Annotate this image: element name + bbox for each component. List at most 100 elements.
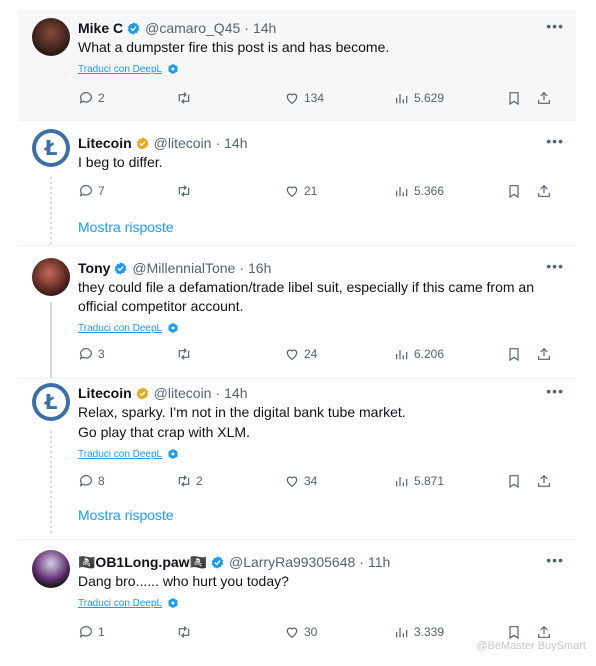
more-options-icon[interactable]: ••• [546,552,564,568]
tweet[interactable]: Tony @MillennialTone · 16h ••• they coul… [18,246,576,379]
like-count: 21 [304,184,318,198]
translate-label[interactable]: Traduci con DeepL [78,64,162,75]
more-options-icon[interactable]: ••• [546,383,564,399]
verified-gold-icon [135,386,150,401]
tweet-actions: 1 30 3.339 [78,624,568,640]
heart-icon [284,183,300,199]
share-button[interactable] [536,473,552,489]
bookmark-button[interactable] [506,90,536,106]
reply-count: 3 [98,347,105,361]
reply-icon [78,90,94,106]
like-button[interactable]: 34 [284,473,394,489]
view-count: 5.871 [414,474,445,488]
tweet-text-line-1: Relax, sparky. I'm not in the digital ba… [78,404,406,420]
bookmark-icon [506,473,522,489]
translate-label[interactable]: Traduci con DeepL [78,323,162,334]
author-name[interactable]: Mike C [78,20,123,36]
tweet[interactable]: Ł Litecoin @litecoin · 14h ••• I beg to … [18,121,576,246]
avatar[interactable]: Ł [32,383,70,421]
avatar[interactable] [32,550,70,588]
verified-icon [210,555,225,570]
view-count: 6.206 [414,347,445,361]
reply-button[interactable]: 3 [78,346,176,362]
translate-link[interactable]: Traduci con DeepL [78,322,566,334]
avatar[interactable]: Ł [32,129,70,167]
bookmark-button[interactable] [506,346,536,362]
views-icon [394,183,410,199]
reply-button[interactable]: 2 [78,90,176,106]
translate-link[interactable]: Traduci con DeepL [78,448,566,460]
timestamp[interactable]: 14h [224,385,247,401]
views-button[interactable]: 5.629 [394,90,506,106]
tweet-text: Dang bro...... who hurt you today? [78,573,289,589]
author-handle[interactable]: @litecoin [154,385,212,401]
translate-label[interactable]: Traduci con DeepL [78,449,162,460]
timestamp[interactable]: 14h [224,135,247,151]
author-name[interactable]: Litecoin [78,135,132,151]
reply-button[interactable]: 8 [78,473,176,489]
timestamp[interactable]: 16h [248,260,271,276]
show-replies-link[interactable]: Mostra risposte [78,219,174,235]
deepl-icon [167,322,179,334]
views-icon [394,346,410,362]
author-name[interactable]: Tony [78,260,110,276]
share-button[interactable] [536,624,552,640]
like-button[interactable]: 134 [284,90,394,106]
retweet-button[interactable] [176,183,284,199]
author-handle[interactable]: @LarryRa99305648 [229,554,355,570]
translate-label[interactable]: Traduci con DeepL [78,598,162,609]
heart-icon [284,624,300,640]
reply-count: 2 [98,91,105,105]
tweet[interactable]: Mike C @camaro_Q45 · 14h ••• What a dump… [18,10,576,121]
more-options-icon[interactable]: ••• [546,258,564,274]
avatar[interactable] [32,18,70,56]
views-icon [394,90,410,106]
bookmark-icon [506,346,522,362]
verified-icon [113,261,128,276]
reply-button[interactable]: 7 [78,183,176,199]
author-handle[interactable]: @litecoin [154,135,212,151]
litecoin-logo-icon: Ł [36,133,66,163]
share-button[interactable] [536,183,552,199]
show-replies-link[interactable]: Mostra risposte [78,507,174,523]
timestamp[interactable]: 11h [368,554,390,570]
separator: · [215,385,221,401]
share-button[interactable] [536,346,552,362]
views-button[interactable]: 6.206 [394,346,506,362]
tweet[interactable]: Ł Litecoin @litecoin · 14h ••• Relax, sp… [18,379,576,540]
separator: · [239,260,245,276]
watermark: @BeMaster BuySmart [476,640,586,652]
thread-line [50,302,52,378]
views-button[interactable]: 3.339 [394,624,506,640]
retweet-button[interactable] [176,346,284,362]
translate-link[interactable]: Traduci con DeepL [78,63,566,75]
reply-button[interactable]: 1 [78,624,176,640]
retweet-button[interactable] [176,624,284,640]
author-handle[interactable]: @camaro_Q45 [145,20,240,36]
verified-icon [126,21,141,36]
like-button[interactable]: 24 [284,346,394,362]
retweet-count: 2 [196,474,203,488]
more-options-icon[interactable]: ••• [546,18,564,34]
like-button[interactable]: 21 [284,183,394,199]
separator: · [215,135,221,151]
share-button[interactable] [536,90,552,106]
verified-gold-icon [135,136,150,151]
translate-link[interactable]: Traduci con DeepL [78,597,566,609]
retweet-button[interactable]: 2 [176,473,284,489]
author-handle[interactable]: @MillennialTone [132,260,235,276]
avatar[interactable] [32,258,70,296]
timestamp[interactable]: 14h [253,20,276,36]
author-name[interactable]: Litecoin [78,385,132,401]
retweet-button[interactable] [176,90,284,106]
tweet-actions: 8 2 34 5.871 [78,473,568,489]
bookmark-button[interactable] [506,473,536,489]
author-name[interactable]: 🏴‍☠️OB1Long.paw🏴‍☠️ [78,554,207,571]
bookmark-button[interactable] [506,183,536,199]
more-options-icon[interactable]: ••• [546,133,564,149]
views-button[interactable]: 5.871 [394,473,506,489]
bookmark-icon [506,90,522,106]
like-button[interactable]: 30 [284,624,394,640]
bookmark-button[interactable] [506,624,536,640]
views-button[interactable]: 5.366 [394,183,506,199]
